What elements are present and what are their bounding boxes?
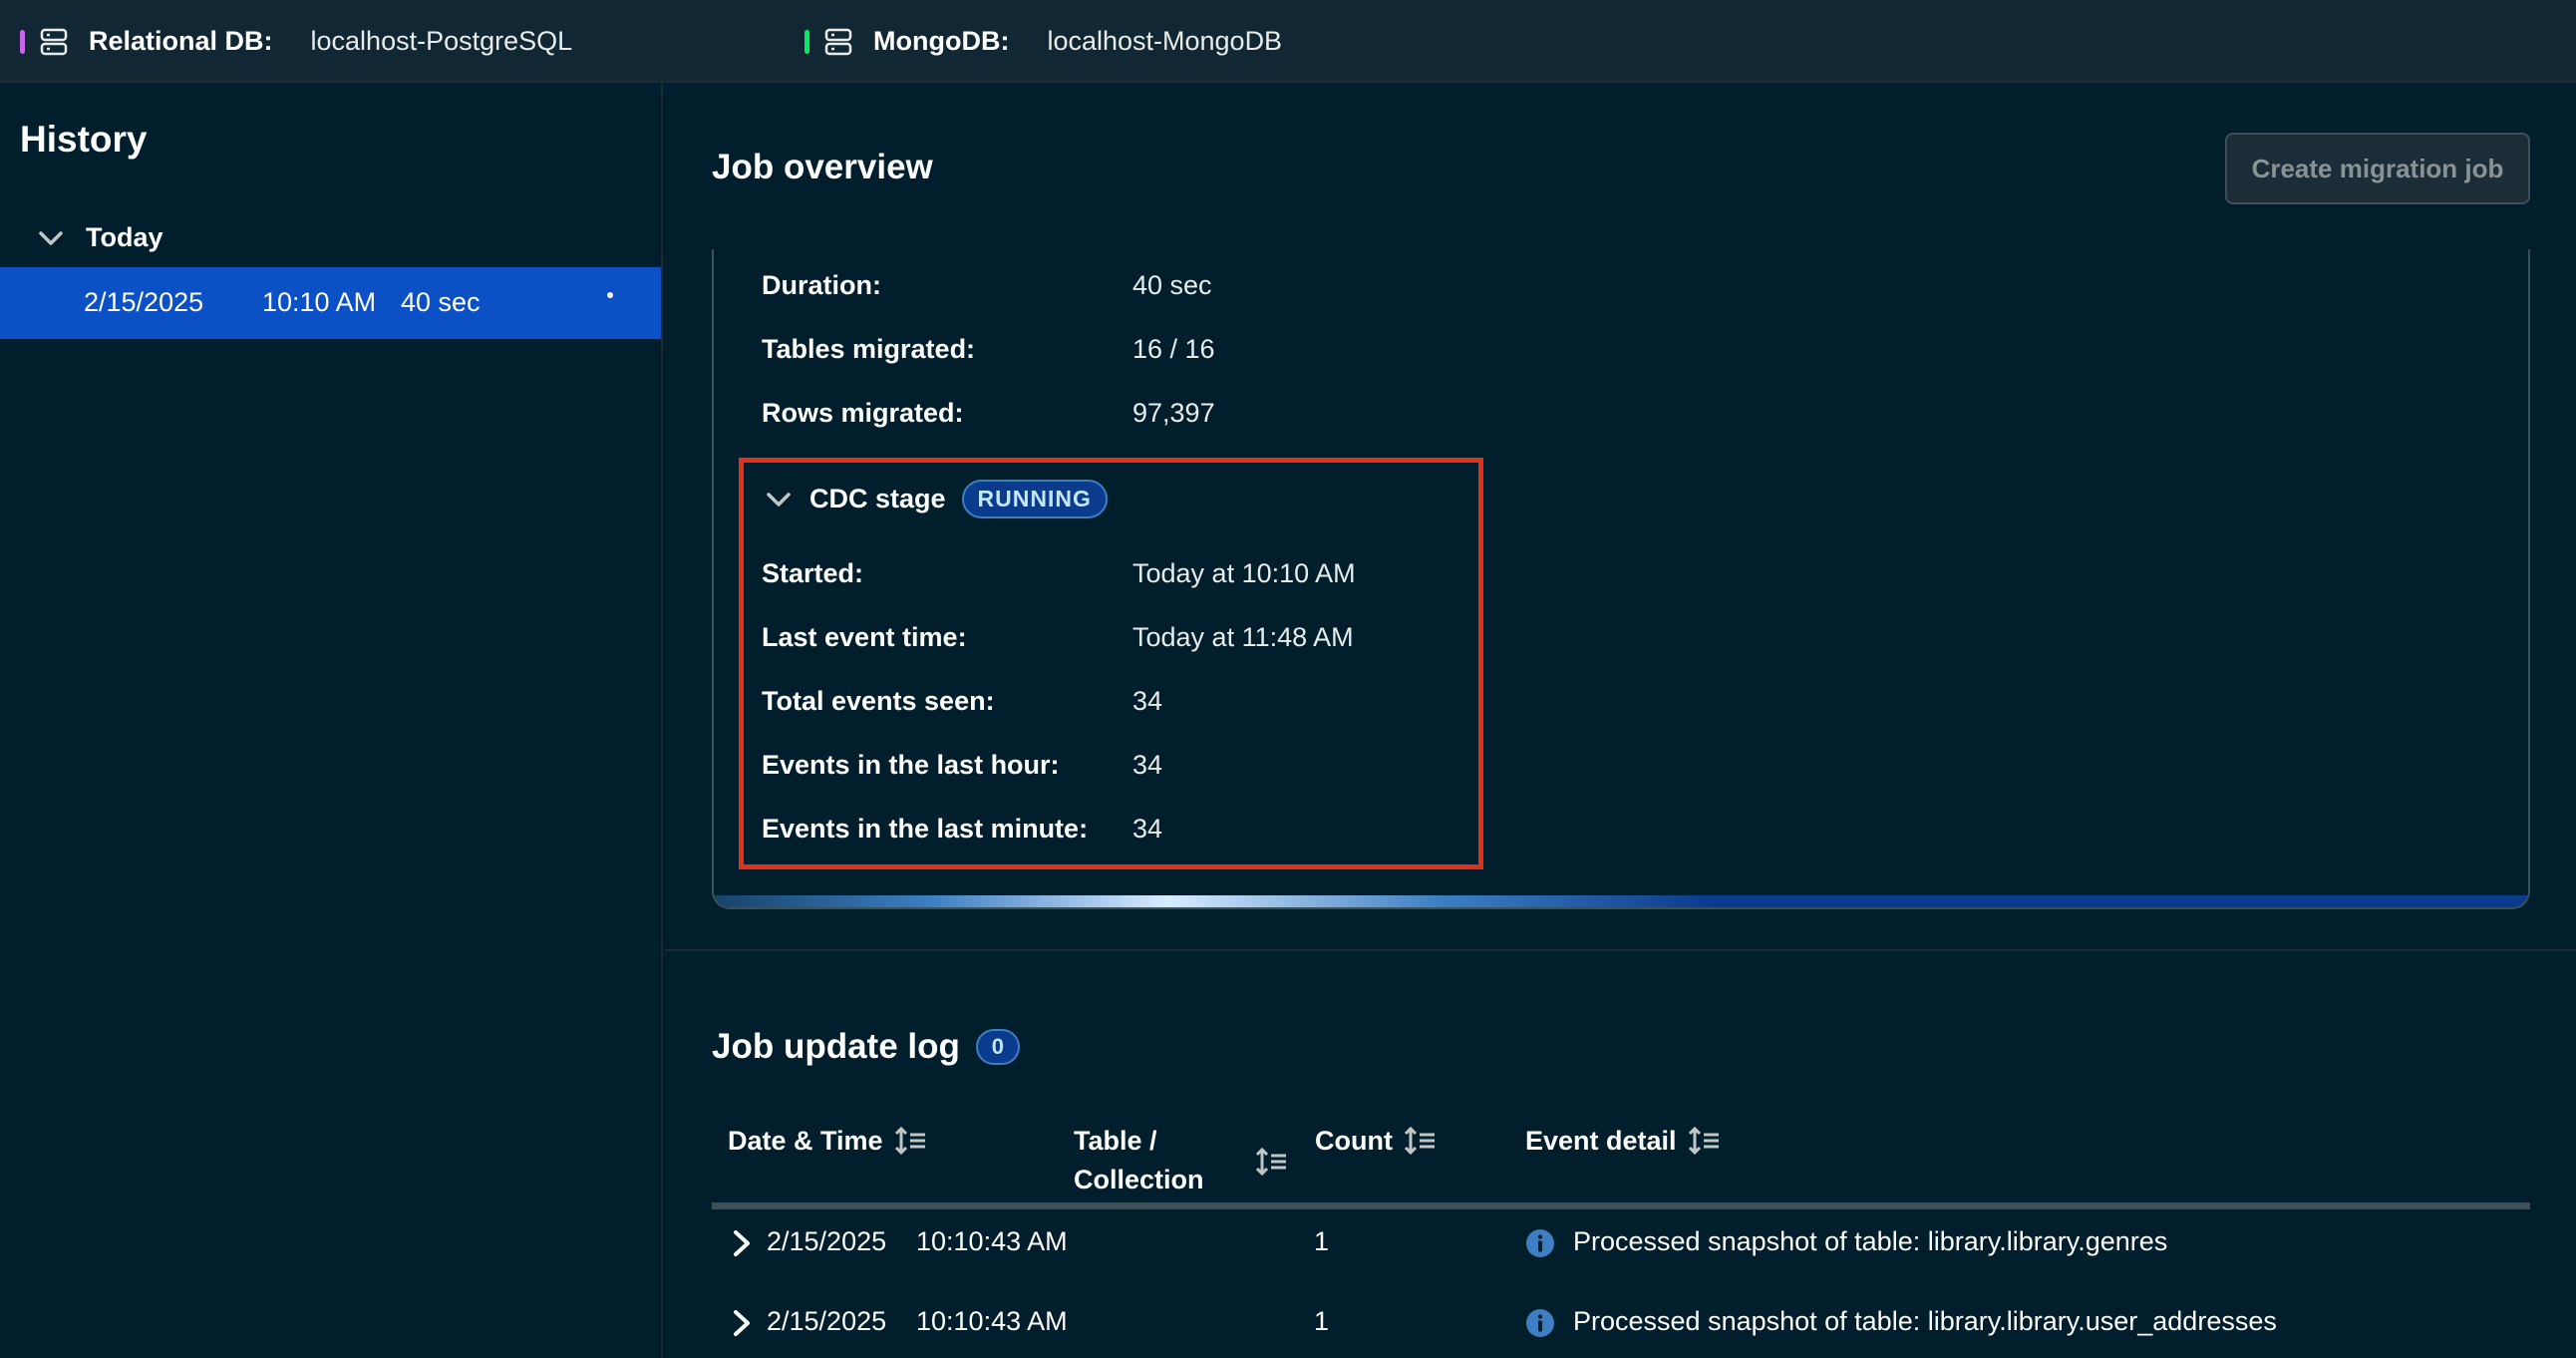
history-title: History	[20, 119, 148, 160]
cdc-label: Started:	[762, 558, 864, 588]
log-count-badge: 0	[975, 1029, 1020, 1065]
chevron-down-icon	[767, 492, 791, 507]
chevron-right-icon[interactable]	[728, 1228, 756, 1258]
column-label: Table /	[1074, 1126, 1157, 1156]
row-date: 2/15/2025	[767, 1306, 887, 1336]
history-item-time: 10:10 AM	[262, 287, 377, 317]
stat-label: Rows migrated:	[762, 398, 964, 428]
stat-value: 97,397	[1132, 398, 1215, 428]
relational-db-label: Relational DB:	[89, 26, 273, 56]
sort-icon[interactable]	[1256, 1147, 1288, 1177]
column-header-event-detail[interactable]: Event detail	[1525, 1126, 1721, 1157]
info-icon	[1526, 1309, 1554, 1337]
table-row[interactable]: 2/15/2025 10:10:43 AM 1 Processed snapsh…	[712, 1306, 2530, 1358]
column-label: Event detail	[1525, 1126, 1677, 1156]
status-badge: RUNNING	[961, 480, 1108, 518]
job-overview-title: Job overview	[712, 148, 933, 186]
job-update-log-header: Job update log 0	[712, 1027, 1020, 1067]
cdc-value: 34	[1132, 686, 1163, 716]
row-count: 1	[1314, 1226, 1330, 1256]
database-icon	[40, 28, 68, 55]
mongodb-color-stripe	[805, 29, 809, 54]
cdc-value: 34	[1132, 814, 1163, 844]
cdc-label: Events in the last minute:	[762, 814, 1089, 844]
cdc-stage-highlight	[739, 458, 1483, 869]
chevron-right-icon[interactable]	[728, 1308, 756, 1338]
history-sidebar: History Today 2/15/2025 10:10 AM 40 sec	[0, 83, 663, 1358]
table-header-divider	[712, 1202, 2530, 1209]
relational-db-value[interactable]: localhost-PostgreSQL	[311, 26, 573, 57]
cdc-value: Today at 10:10 AM	[1132, 558, 1356, 588]
mongodb-selector[interactable]: MongoDB: localhost-MongoDB	[805, 0, 1282, 83]
row-date: 2/15/2025	[767, 1226, 887, 1256]
cdc-label: Last event time:	[762, 622, 967, 652]
create-migration-job-button[interactable]: Create migration job	[2225, 133, 2530, 204]
section-divider	[665, 949, 2576, 951]
column-label: Collection	[1074, 1165, 1204, 1194]
stat-label: Tables migrated:	[762, 334, 976, 364]
cdc-value: 34	[1132, 750, 1163, 780]
history-group-today[interactable]: Today	[36, 222, 163, 253]
connection-bar: Relational DB: localhost-PostgreSQL Mong…	[0, 0, 2576, 83]
history-item-selected[interactable]: 2/15/2025 10:10 AM 40 sec	[0, 267, 661, 339]
job-update-log-title: Job update log	[712, 1027, 960, 1066]
column-header-table-collection[interactable]: Table / Collection	[1074, 1126, 1204, 1195]
row-event-detail: Processed snapshot of table: library.lib…	[1573, 1226, 2168, 1256]
stat-value: 40 sec	[1132, 270, 1212, 300]
cdc-stage-title: CDC stage	[809, 484, 946, 513]
row-count: 1	[1314, 1306, 1330, 1336]
column-label: Count	[1315, 1126, 1393, 1156]
relational-db-color-stripe	[20, 29, 25, 54]
stat-label: Duration:	[762, 270, 881, 300]
job-progress-bar	[714, 895, 2528, 907]
mongodb-label: MongoDB:	[873, 26, 1010, 56]
column-label: Date & Time	[728, 1126, 883, 1156]
history-item-date: 2/15/2025	[84, 287, 204, 317]
sort-icon[interactable]	[894, 1126, 927, 1156]
relational-db-selector[interactable]: Relational DB: localhost-PostgreSQL	[20, 0, 572, 83]
row-time: 10:10:43 AM	[916, 1226, 1068, 1256]
cdc-value: Today at 11:48 AM	[1132, 622, 1354, 652]
table-row[interactable]: 2/15/2025 10:10:43 AM 1 Processed snapsh…	[712, 1226, 2530, 1306]
database-icon	[824, 28, 852, 55]
cdc-label: Events in the last hour:	[762, 750, 1060, 780]
more-options-icon[interactable]	[606, 291, 614, 299]
column-header-datetime[interactable]: Date & Time	[728, 1126, 927, 1157]
cdc-stage-header[interactable]: CDC stage RUNNING	[764, 480, 1108, 518]
cdc-label: Total events seen:	[762, 686, 995, 716]
sort-icon[interactable]	[1404, 1126, 1437, 1156]
stat-value: 16 / 16	[1132, 334, 1215, 364]
info-icon	[1526, 1229, 1554, 1257]
mongodb-value[interactable]: localhost-MongoDB	[1047, 26, 1282, 57]
row-time: 10:10:43 AM	[916, 1306, 1068, 1336]
chevron-down-icon	[39, 230, 63, 245]
sort-icon[interactable]	[1688, 1126, 1721, 1156]
column-header-count[interactable]: Count	[1315, 1126, 1437, 1157]
history-item-duration: 40 sec	[401, 287, 481, 317]
history-group-label: Today	[86, 222, 163, 252]
row-event-detail: Processed snapshot of table: library.lib…	[1573, 1306, 2277, 1336]
